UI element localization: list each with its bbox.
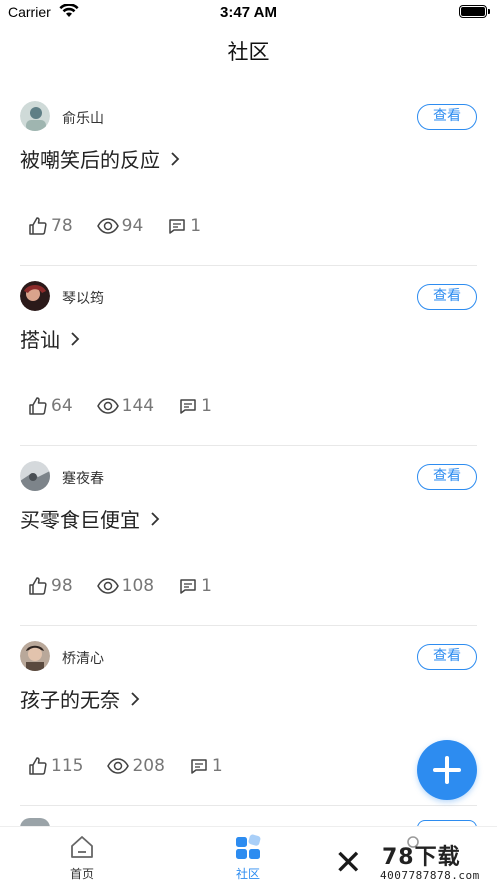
watermark-url: 4007787878.com xyxy=(380,869,480,882)
post-stats: 64 144 1 xyxy=(28,396,236,416)
view-count: 144 xyxy=(121,396,155,416)
view-count: 94 xyxy=(121,216,144,236)
battery-icon xyxy=(459,5,490,18)
comment-count: 1 xyxy=(211,756,223,776)
comment-icon xyxy=(191,759,207,774)
comment-stat[interactable]: 1 xyxy=(189,756,223,776)
watermark-brand: 78下载 xyxy=(382,845,461,870)
post-title[interactable]: 孩子的无奈 xyxy=(20,684,142,713)
clock: 3:47 AM xyxy=(220,4,277,21)
author-name[interactable]: 蹇夜春 xyxy=(62,468,104,488)
thumbs-up-icon xyxy=(29,577,47,595)
like-count: 64 xyxy=(51,396,73,416)
comment-icon xyxy=(180,579,196,594)
avatar[interactable] xyxy=(20,641,50,671)
like-stat[interactable]: 115 xyxy=(28,756,83,776)
post-stats: 78 94 1 xyxy=(28,216,225,236)
post-title-text: 被嘲笑后的反应 xyxy=(20,148,160,172)
post-title-text: 买零食巨便宜 xyxy=(20,508,140,532)
like-count: 98 xyxy=(51,576,73,596)
page-title: 社区 xyxy=(227,40,270,64)
view-button[interactable]: 查看 xyxy=(417,644,477,670)
like-count: 115 xyxy=(51,756,84,776)
post-stats: 115 208 1 xyxy=(28,756,247,776)
author-name[interactable]: 琴以筠 xyxy=(62,288,104,308)
view-stat: 144 xyxy=(96,396,155,416)
chevron-right-icon xyxy=(151,511,160,526)
like-stat[interactable]: 78 xyxy=(28,216,73,236)
thumbs-up-icon xyxy=(29,217,47,235)
post-title[interactable]: 搭讪 xyxy=(20,324,82,353)
eye-icon xyxy=(96,398,119,414)
like-count: 78 xyxy=(51,216,73,236)
comment-count: 1 xyxy=(201,576,212,596)
view-button[interactable]: 查看 xyxy=(417,284,477,310)
comment-icon xyxy=(169,219,186,234)
post-title[interactable]: 买零食巨便宜 xyxy=(20,504,162,533)
post-card[interactable]: 蹇夜春 查看 买零食巨便宜 98 108 1 xyxy=(20,446,477,626)
watermark-logo: ✕ 78下载 4007787878.com xyxy=(334,843,494,883)
eye-icon xyxy=(96,218,119,234)
tab-home-label: 首页 xyxy=(69,867,94,881)
eye-icon xyxy=(107,758,130,774)
post-title-text: 孩子的无奈 xyxy=(20,688,120,712)
post-card[interactable]: 桥清心 查看 孩子的无奈 115 208 1 xyxy=(20,626,477,806)
chevron-right-icon xyxy=(71,331,80,346)
post-feed[interactable]: 俞乐山 查看 被嘲笑后的反应 78 94 1 琴以筠 查看 搭讪 64 144 … xyxy=(0,86,497,806)
post-card[interactable]: 琴以筠 查看 搭讪 64 144 1 xyxy=(20,266,477,446)
view-button[interactable]: 查看 xyxy=(417,464,477,490)
avatar[interactable] xyxy=(20,461,50,491)
avatar[interactable] xyxy=(20,101,50,131)
home-icon xyxy=(71,836,93,858)
comment-stat[interactable]: 1 xyxy=(178,576,212,596)
eye-icon xyxy=(96,578,119,594)
view-count: 208 xyxy=(132,756,165,776)
add-post-button[interactable] xyxy=(417,740,477,800)
post-title-text: 搭讪 xyxy=(20,328,60,352)
view-count: 108 xyxy=(121,576,155,596)
like-stat[interactable]: 98 xyxy=(28,576,73,596)
tab-home[interactable]: 首页 xyxy=(42,833,122,882)
tab-community[interactable]: 社区 xyxy=(208,833,288,882)
comment-icon xyxy=(180,399,196,414)
post-title[interactable]: 被嘲笑后的反应 xyxy=(20,144,182,173)
view-stat: 108 xyxy=(96,576,155,596)
like-stat[interactable]: 64 xyxy=(28,396,73,416)
grid-icon xyxy=(236,834,261,859)
post-stats: 98 108 1 xyxy=(28,576,236,596)
thumbs-up-icon xyxy=(29,397,47,415)
tab-community-label: 社区 xyxy=(235,867,260,881)
status-bar: Carrier 3:47 AM xyxy=(0,0,497,26)
comment-count: 1 xyxy=(190,216,202,236)
chevron-right-icon xyxy=(131,691,140,706)
author-name[interactable]: 俞乐山 xyxy=(62,108,104,128)
thumbs-up-icon xyxy=(29,757,47,775)
post-card[interactable]: 俞乐山 查看 被嘲笑后的反应 78 94 1 xyxy=(20,86,477,266)
comment-stat[interactable]: 1 xyxy=(178,396,212,416)
chevron-right-icon xyxy=(171,151,180,166)
comment-stat[interactable]: 1 xyxy=(167,216,201,236)
author-name[interactable]: 桥清心 xyxy=(62,648,104,668)
avatar[interactable] xyxy=(20,281,50,311)
view-stat: 94 xyxy=(96,216,144,236)
watermark-x-icon: ✕ xyxy=(334,843,363,883)
comment-count: 1 xyxy=(201,396,212,416)
view-stat: 208 xyxy=(107,756,165,776)
view-button[interactable]: 查看 xyxy=(417,104,477,130)
